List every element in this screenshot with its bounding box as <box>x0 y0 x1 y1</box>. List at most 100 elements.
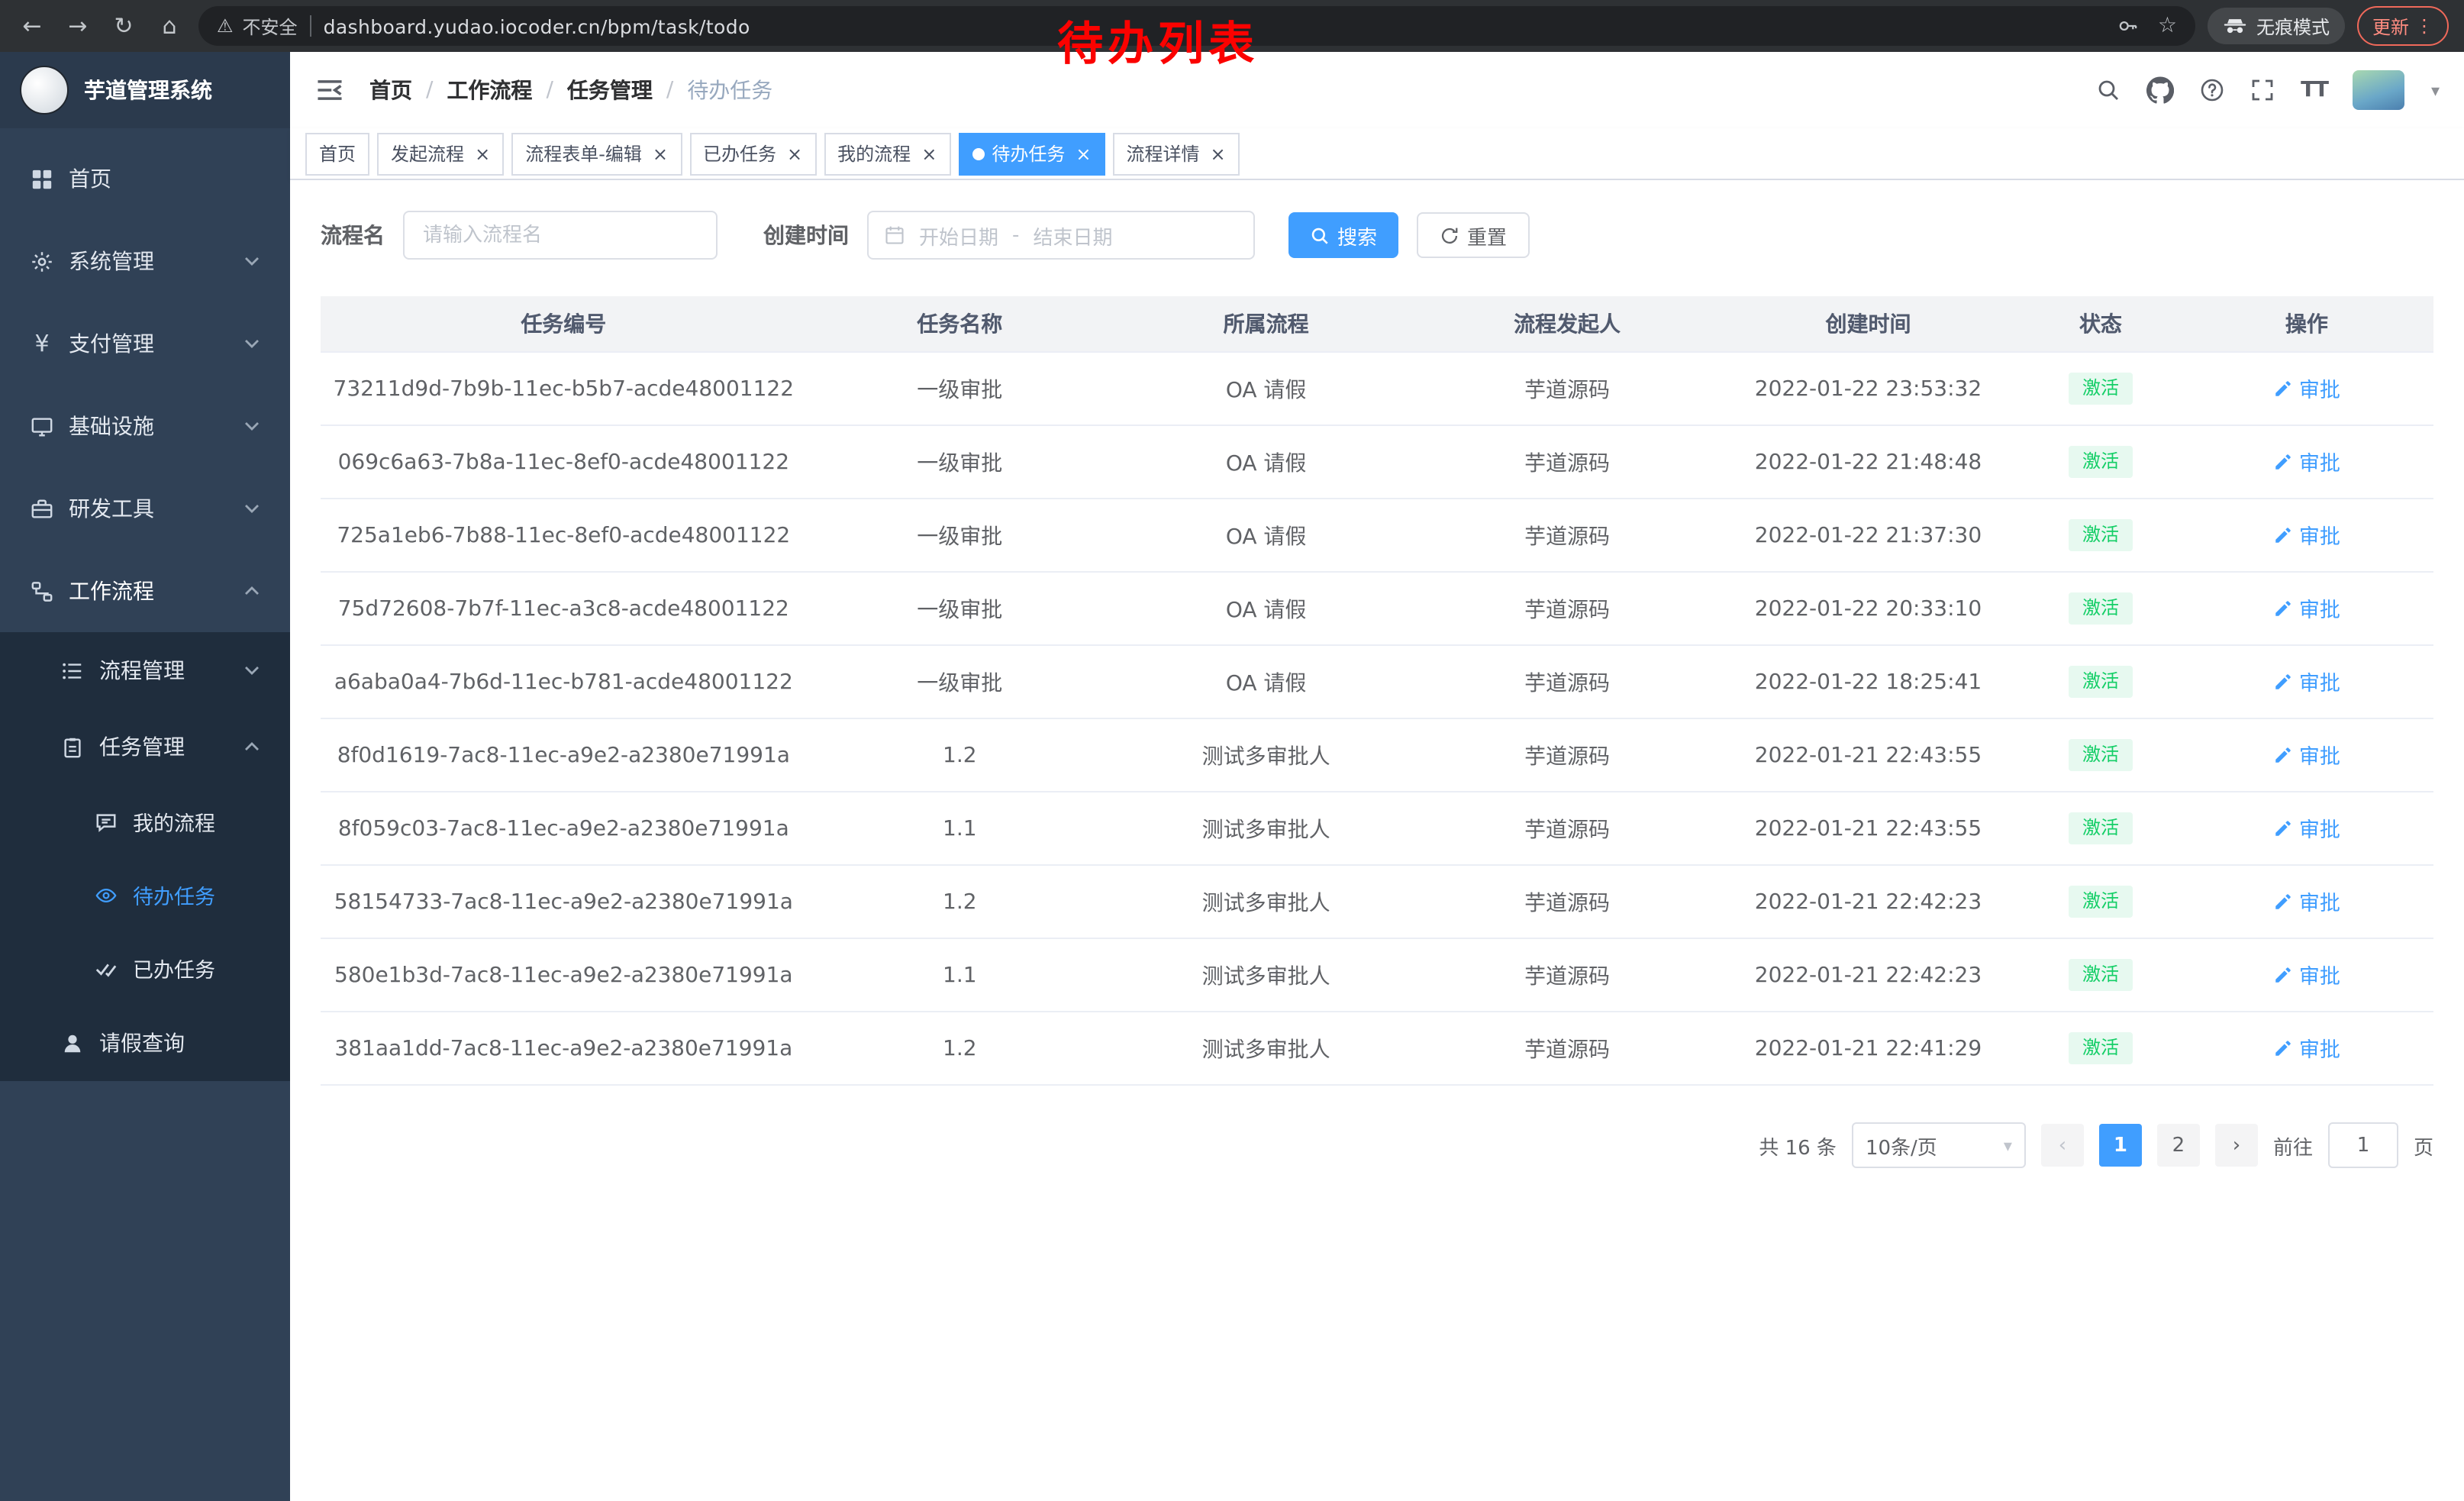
logo-avatar <box>20 66 69 115</box>
process-name-input[interactable] <box>403 211 718 260</box>
close-icon[interactable]: × <box>475 144 490 163</box>
approve-link[interactable]: 审批 <box>2273 886 2340 917</box>
approve-link[interactable]: 审批 <box>2273 740 2340 770</box>
sidebar-item-devtools[interactable]: 研发工具 <box>0 467 290 550</box>
approve-link[interactable]: 审批 <box>2273 1033 2340 1064</box>
approve-link[interactable]: 审批 <box>2273 593 2340 624</box>
bookmark-star-icon[interactable]: ☆ <box>2158 14 2177 38</box>
close-icon[interactable]: × <box>787 144 802 163</box>
browser-forward-button[interactable]: → <box>61 9 95 43</box>
goto-page-input[interactable] <box>2328 1122 2398 1168</box>
user-avatar[interactable] <box>2353 70 2405 110</box>
browser-home-button[interactable]: ⌂ <box>153 9 186 43</box>
create-time-cell: 2022-01-21 22:43:55 <box>1715 718 2021 792</box>
sidebar-item-home[interactable]: 首页 <box>0 137 290 220</box>
table-row: 75d72608-7b7f-11ec-a3c8-acde48001122一级审批… <box>321 572 2433 645</box>
approve-link[interactable]: 审批 <box>2273 813 2340 844</box>
create-time-cell: 2022-01-22 23:53:32 <box>1715 352 2021 425</box>
fullscreen-icon[interactable] <box>2250 78 2275 102</box>
hamburger-icon[interactable] <box>314 75 345 105</box>
browser-update-button[interactable]: 更新 ⋮ <box>2357 6 2449 46</box>
process-cell: 测试多审批人 <box>1113 718 1419 792</box>
sidebar-item-todo-task[interactable]: 待办任务 <box>0 858 290 931</box>
tab-done-task[interactable]: 已办任务 × <box>689 132 816 175</box>
chevron-up-icon <box>244 742 260 751</box>
sidebar-item-done-task[interactable]: 已办任务 <box>0 931 290 1005</box>
close-icon[interactable]: × <box>1076 144 1091 163</box>
close-icon[interactable]: × <box>1211 144 1226 163</box>
approve-link[interactable]: 审批 <box>2273 520 2340 550</box>
tab-label: 首页 <box>319 140 356 166</box>
task-id-cell: 580e1b3d-7ac8-11ec-a9e2-a2380e71991a <box>321 938 807 1012</box>
password-key-icon[interactable] <box>2118 15 2140 37</box>
help-icon[interactable] <box>2200 78 2224 102</box>
goto-unit-label: 页 <box>2414 1131 2433 1160</box>
tab-process-detail[interactable]: 流程详情 × <box>1112 132 1239 175</box>
incognito-icon <box>2223 14 2247 38</box>
browser-back-button[interactable]: ← <box>15 9 49 43</box>
github-icon[interactable] <box>2146 76 2174 104</box>
task-id-cell: 069c6a63-7b8a-11ec-8ef0-acde48001122 <box>321 425 807 499</box>
tab-home[interactable]: 首页 <box>305 132 369 175</box>
sidebar-item-workflow[interactable]: 工作流程 <box>0 550 290 632</box>
browser-reload-button[interactable]: ↻ <box>107 9 140 43</box>
sidebar-item-payment[interactable]: ¥ 支付管理 <box>0 302 290 385</box>
sidebar-item-leave-query[interactable]: 请假查询 <box>0 1005 290 1081</box>
tab-form-edit[interactable]: 流程表单-编辑 × <box>511 132 682 175</box>
yen-icon: ¥ <box>31 332 53 355</box>
approve-link[interactable]: 审批 <box>2273 447 2340 477</box>
tab-todo-task[interactable]: 待办任务 × <box>958 132 1105 175</box>
search-icon[interactable] <box>2096 78 2121 102</box>
reset-button[interactable]: 重置 <box>1417 212 1530 258</box>
sidebar-item-task-mgmt[interactable]: 任务管理 <box>0 709 290 785</box>
app-logo[interactable]: 芋道管理系统 <box>0 52 290 128</box>
col-task-id: 任务编号 <box>321 296 807 352</box>
task-id-cell: 725a1eb6-7b88-11ec-8ef0-acde48001122 <box>321 499 807 572</box>
sidebar-item-process-mgmt[interactable]: 流程管理 <box>0 632 290 709</box>
security-indicator[interactable]: ⚠ 不安全 <box>217 13 298 39</box>
date-range-picker[interactable]: 开始日期 - 结束日期 <box>867 211 1255 260</box>
prev-page-button[interactable]: ‹ <box>2041 1124 2084 1167</box>
create-time-cell: 2022-01-22 21:37:30 <box>1715 499 2021 572</box>
chevron-down-icon <box>244 257 260 266</box>
text-size-icon[interactable]: TT <box>2301 78 2327 102</box>
table-row: 58154733-7ac8-11ec-a9e2-a2380e71991a1.2测… <box>321 865 2433 938</box>
search-button[interactable]: 搜索 <box>1288 212 1398 258</box>
sidebar-item-system[interactable]: 系统管理 <box>0 220 290 302</box>
breadcrumb-home[interactable]: 首页 <box>369 75 412 105</box>
sidebar-menu: 首页 系统管理 ¥ 支付管理 <box>0 128 290 1081</box>
avatar-caret-icon[interactable]: ▾ <box>2431 80 2440 100</box>
breadcrumb-workflow[interactable]: 工作流程 <box>447 75 532 105</box>
page-button-1[interactable]: 1 <box>2099 1124 2142 1167</box>
starter-cell: 芋道源码 <box>1419 1012 1715 1085</box>
close-icon[interactable]: × <box>653 144 668 163</box>
edit-icon <box>2273 1038 2293 1058</box>
page-button-2[interactable]: 2 <box>2157 1124 2200 1167</box>
tab-my-process[interactable]: 我的流程 × <box>824 132 950 175</box>
dashboard-icon <box>31 167 53 190</box>
approve-link[interactable]: 审批 <box>2273 373 2340 404</box>
start-date-input[interactable]: 开始日期 <box>919 221 998 250</box>
app-window: 芋道管理系统 首页 系统管理 <box>0 52 2464 1501</box>
sidebar-item-infra[interactable]: 基础设施 <box>0 385 290 467</box>
next-page-button[interactable]: › <box>2215 1124 2258 1167</box>
workflow-submenu: 流程管理 任务管理 <box>0 632 290 1081</box>
chevron-down-icon <box>244 421 260 431</box>
breadcrumb-task-mgmt[interactable]: 任务管理 <box>567 75 653 105</box>
process-cell: OA 请假 <box>1113 425 1419 499</box>
close-icon[interactable]: × <box>921 144 937 163</box>
gear-icon <box>31 250 53 273</box>
status-badge: 激活 <box>2069 372 2133 405</box>
sidebar-item-my-process[interactable]: 我的流程 <box>0 785 290 858</box>
page-size-select[interactable]: 10条/页 ▾ <box>1852 1122 2026 1168</box>
browser-menu-icon: ⋮ <box>2415 15 2433 37</box>
approve-link[interactable]: 审批 <box>2273 667 2340 697</box>
approve-link[interactable]: 审批 <box>2273 960 2340 990</box>
starter-cell: 芋道源码 <box>1419 352 1715 425</box>
tools-icon <box>31 497 53 520</box>
end-date-input[interactable]: 结束日期 <box>1033 221 1112 250</box>
task-table-body: 73211d9d-7b9b-11ec-b5b7-acde48001122一级审批… <box>321 352 2433 1085</box>
app-title: 芋道管理系统 <box>84 75 212 105</box>
tab-start-process[interactable]: 发起流程 × <box>377 132 504 175</box>
task-name-cell: 一级审批 <box>807 425 1113 499</box>
